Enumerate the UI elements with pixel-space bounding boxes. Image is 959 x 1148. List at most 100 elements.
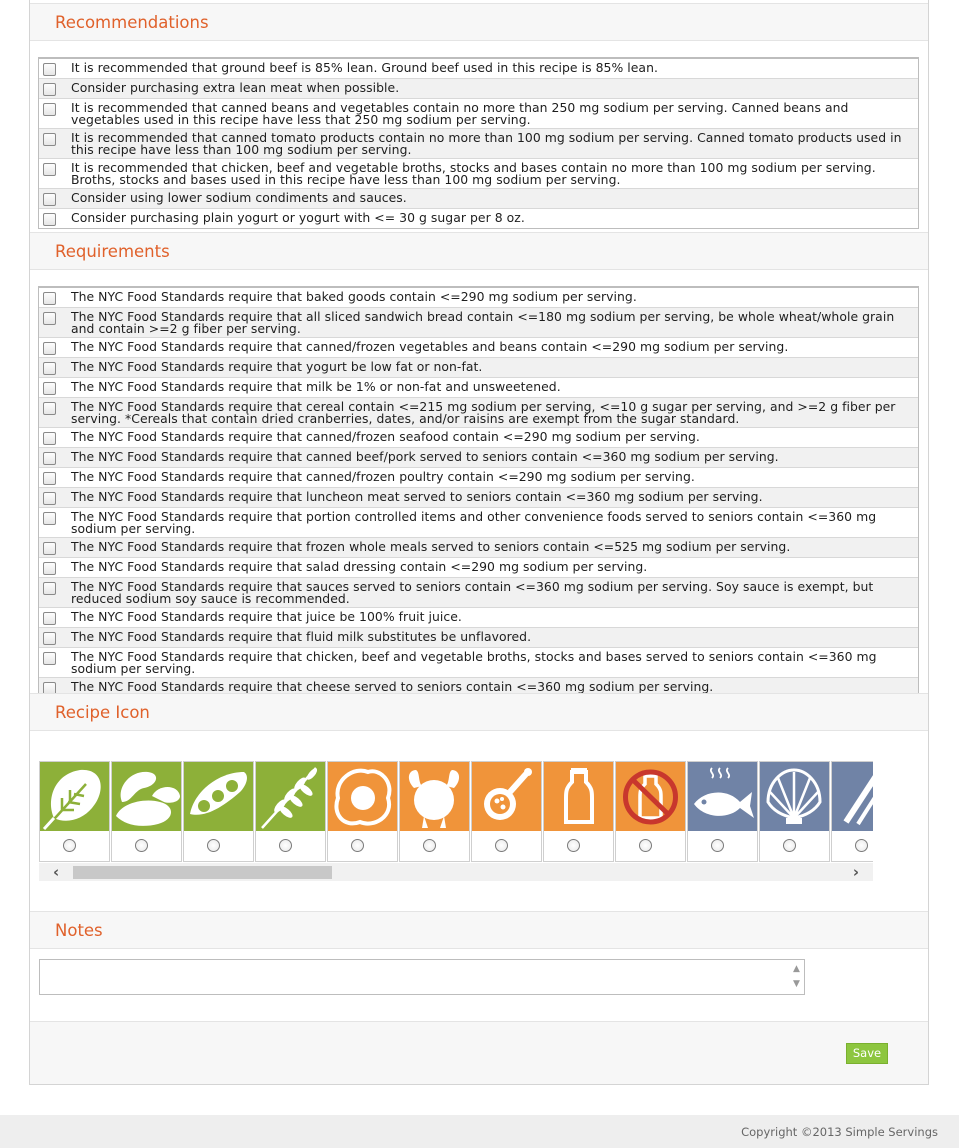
recipe-icon-title: Recipe Icon bbox=[55, 703, 150, 722]
icon-option[interactable] bbox=[615, 761, 686, 862]
icon-radio[interactable] bbox=[711, 839, 724, 852]
icon-radio[interactable] bbox=[207, 839, 220, 852]
recommendations-list: It is recommended that ground beef is 85… bbox=[38, 57, 919, 229]
checklist-text: It is recommended that ground beef is 85… bbox=[71, 60, 658, 75]
icon-option[interactable] bbox=[399, 761, 470, 862]
checklist-checkbox[interactable] bbox=[43, 562, 56, 575]
icon-radio[interactable] bbox=[351, 839, 364, 852]
checklist-row: The NYC Food Standards require that cann… bbox=[39, 448, 918, 468]
icon-strip-scrollbar[interactable]: ‹ › bbox=[39, 863, 873, 881]
checklist-checkbox[interactable] bbox=[43, 402, 56, 415]
checklist-checkbox[interactable] bbox=[43, 542, 56, 555]
checklist-checkbox[interactable] bbox=[43, 432, 56, 445]
requirements-list: The NYC Food Standards require that bake… bbox=[38, 286, 919, 698]
icon-radio[interactable] bbox=[279, 839, 292, 852]
checklist-checkbox[interactable] bbox=[43, 652, 56, 665]
checklist-row: The NYC Food Standards require that yogu… bbox=[39, 358, 918, 378]
scrollbar-thumb[interactable] bbox=[73, 866, 332, 879]
checklist-checkbox[interactable] bbox=[43, 582, 56, 595]
save-button[interactable]: Save bbox=[846, 1043, 888, 1064]
checklist-checkbox[interactable] bbox=[43, 193, 56, 206]
checklist-checkbox[interactable] bbox=[43, 163, 56, 176]
icon-option[interactable] bbox=[255, 761, 326, 862]
icon-option[interactable] bbox=[471, 761, 542, 862]
textarea-scroll-arrows-icon[interactable]: ▲ ▼ bbox=[790, 962, 803, 992]
checklist-text: The NYC Food Standards require that bake… bbox=[71, 289, 637, 304]
icon-radio[interactable] bbox=[495, 839, 508, 852]
checklist-checkbox[interactable] bbox=[43, 472, 56, 485]
checklist-text: The NYC Food Standards require that chic… bbox=[71, 649, 877, 676]
icon-option[interactable] bbox=[543, 761, 614, 862]
checklist-text: Consider using lower sodium condiments a… bbox=[71, 190, 407, 205]
recommendations-header: Recommendations bbox=[30, 3, 928, 41]
checklist-text: The NYC Food Standards require that yogu… bbox=[71, 359, 483, 374]
icon-radio[interactable] bbox=[135, 839, 148, 852]
checklist-checkbox[interactable] bbox=[43, 512, 56, 525]
icon-option[interactable] bbox=[327, 761, 398, 862]
icon-radio[interactable] bbox=[639, 839, 652, 852]
checklist-text: The NYC Food Standards require that cann… bbox=[71, 429, 700, 444]
checklist-text: The NYC Food Standards require that cann… bbox=[71, 449, 779, 464]
checklist-checkbox[interactable] bbox=[43, 292, 56, 305]
icon-option[interactable] bbox=[39, 761, 110, 862]
checklist-row: The NYC Food Standards require that juic… bbox=[39, 608, 918, 628]
checklist-row: The NYC Food Standards require that sala… bbox=[39, 558, 918, 578]
notes-header: Notes bbox=[30, 911, 928, 949]
checklist-row: It is recommended that chicken, beef and… bbox=[39, 159, 918, 189]
checklist-row: The NYC Food Standards require that flui… bbox=[39, 628, 918, 648]
checklist-checkbox[interactable] bbox=[43, 312, 56, 325]
checklist-checkbox[interactable] bbox=[43, 83, 56, 96]
form-actions: Save bbox=[30, 1021, 928, 1084]
checklist-text: The NYC Food Standards require that milk… bbox=[71, 379, 561, 394]
checklist-text: It is recommended that canned beans and … bbox=[71, 100, 849, 127]
checklist-text: The NYC Food Standards require that juic… bbox=[71, 609, 462, 624]
checklist-text: The NYC Food Standards require that flui… bbox=[71, 629, 532, 644]
checklist-text: The NYC Food Standards require that lunc… bbox=[71, 489, 763, 504]
checklist-checkbox[interactable] bbox=[43, 342, 56, 355]
checklist-checkbox[interactable] bbox=[43, 632, 56, 645]
scroll-right-arrow-icon[interactable]: › bbox=[853, 863, 859, 881]
checklist-checkbox[interactable] bbox=[43, 382, 56, 395]
icon-radio[interactable] bbox=[783, 839, 796, 852]
chopsticks-icon bbox=[832, 762, 873, 831]
icon-option[interactable] bbox=[831, 761, 873, 862]
notes-textarea[interactable]: ▲ ▼ bbox=[39, 959, 805, 995]
fish-icon bbox=[688, 762, 757, 831]
checklist-checkbox[interactable] bbox=[43, 362, 56, 375]
checklist-text: The NYC Food Standards require that cere… bbox=[71, 399, 896, 426]
milk-bottle-icon bbox=[544, 762, 613, 831]
checklist-text: The NYC Food Standards require that port… bbox=[71, 509, 877, 536]
checklist-row: The NYC Food Standards require that cere… bbox=[39, 398, 918, 428]
icon-radio[interactable] bbox=[567, 839, 580, 852]
scroll-left-arrow-icon[interactable]: ‹ bbox=[53, 863, 59, 881]
checklist-row: The NYC Food Standards require that cann… bbox=[39, 428, 918, 448]
checklist-row: The NYC Food Standards require that cann… bbox=[39, 468, 918, 488]
ham-leg-icon bbox=[472, 762, 541, 831]
icon-radio[interactable] bbox=[423, 839, 436, 852]
checklist-text: The NYC Food Standards require that sauc… bbox=[71, 579, 874, 606]
checklist-checkbox[interactable] bbox=[43, 452, 56, 465]
checklist-checkbox[interactable] bbox=[43, 213, 56, 226]
checklist-checkbox[interactable] bbox=[43, 103, 56, 116]
checklist-row: The NYC Food Standards require that all … bbox=[39, 308, 918, 338]
checklist-text: The NYC Food Standards require that all … bbox=[71, 309, 895, 336]
icon-option[interactable] bbox=[687, 761, 758, 862]
checklist-row: It is recommended that ground beef is 85… bbox=[39, 59, 918, 79]
icon-option[interactable] bbox=[759, 761, 830, 862]
icon-radio[interactable] bbox=[63, 839, 76, 852]
checklist-row: The NYC Food Standards require that lunc… bbox=[39, 488, 918, 508]
checklist-checkbox[interactable] bbox=[43, 133, 56, 146]
icon-option[interactable] bbox=[111, 761, 182, 862]
checklist-row: Consider purchasing plain yogurt or yogu… bbox=[39, 209, 918, 228]
icon-radio[interactable] bbox=[855, 839, 868, 852]
wheat-icon bbox=[256, 762, 325, 831]
checklist-text: Consider purchasing extra lean meat when… bbox=[71, 80, 400, 95]
checklist-checkbox[interactable] bbox=[43, 612, 56, 625]
icon-option[interactable] bbox=[183, 761, 254, 862]
checklist-checkbox[interactable] bbox=[43, 63, 56, 76]
recipe-icon-header: Recipe Icon bbox=[30, 693, 928, 731]
checklist-checkbox[interactable] bbox=[43, 492, 56, 505]
chicken-icon bbox=[400, 762, 469, 831]
pea-pod-icon bbox=[184, 762, 253, 831]
copyright-text: Copyright ©2013 Simple Servings bbox=[741, 1125, 938, 1139]
